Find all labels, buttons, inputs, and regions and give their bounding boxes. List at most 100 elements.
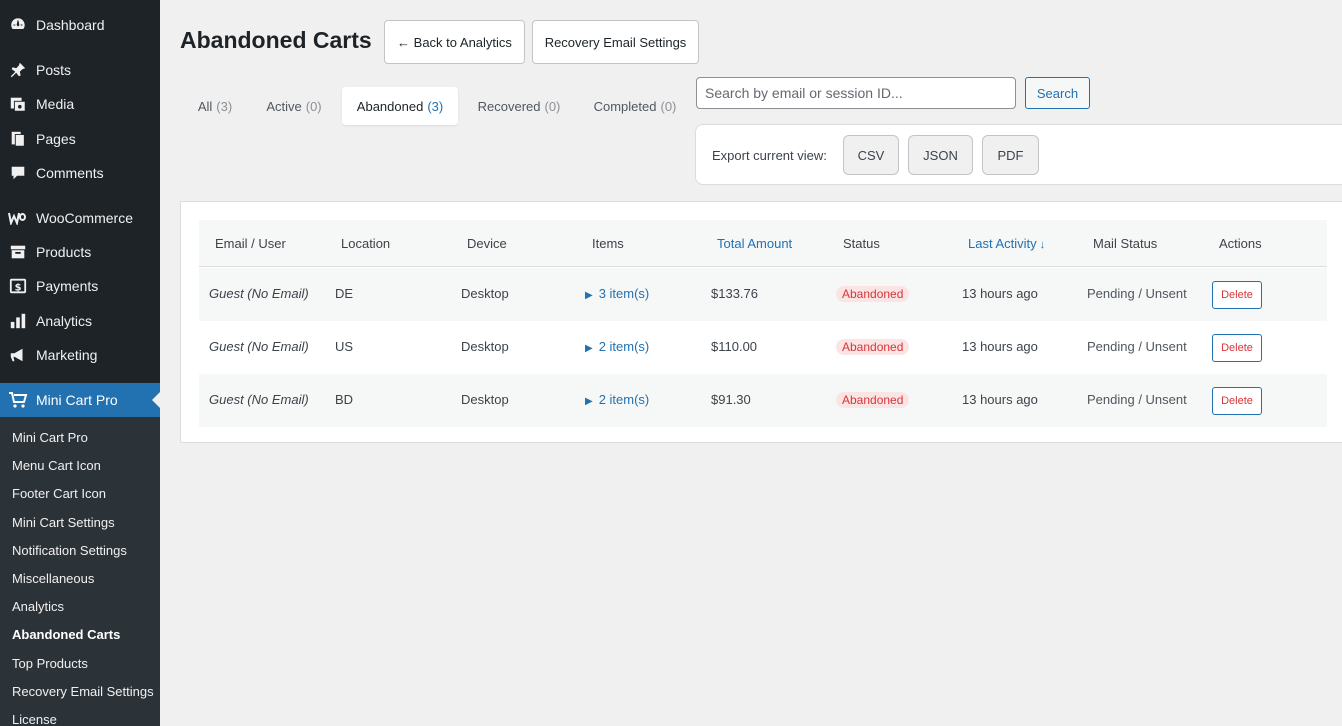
sidebar-item-label: Marketing bbox=[36, 347, 98, 363]
column-header-device: Device bbox=[467, 236, 507, 251]
status-badge: Abandoned bbox=[836, 392, 910, 408]
items-count: 2 item(s) bbox=[598, 339, 650, 354]
cell-device: Desktop bbox=[461, 286, 509, 301]
export-label: Export current view: bbox=[712, 148, 827, 163]
sidebar-item-media[interactable]: Media bbox=[0, 87, 160, 121]
tab-label: Completed bbox=[593, 98, 657, 114]
archive-icon bbox=[8, 242, 28, 262]
submenu-item-mini-cart-pro[interactable]: Mini Cart Pro bbox=[12, 430, 88, 445]
sidebar-item-posts[interactable]: Posts bbox=[0, 53, 160, 87]
delete-button[interactable]: Delete bbox=[1212, 387, 1262, 415]
items-toggle[interactable]: ▶ 3 item(s) bbox=[585, 286, 649, 301]
items-toggle[interactable]: ▶ 2 item(s) bbox=[585, 392, 649, 407]
sidebar-item-label: Mini Cart Pro bbox=[36, 392, 118, 408]
recovery-email-settings-button[interactable]: Recovery Email Settings bbox=[532, 20, 699, 64]
sidebar-item-label: Products bbox=[36, 244, 92, 260]
submenu-item-license[interactable]: License bbox=[12, 712, 57, 726]
submenu-item-menu-cart-icon[interactable]: Menu Cart Icon bbox=[12, 458, 101, 473]
cell-location: BD bbox=[335, 392, 354, 407]
sidebar-item-analytics[interactable]: Analytics bbox=[0, 304, 160, 338]
tab-label: Active bbox=[266, 98, 302, 114]
sidebar-item-payments[interactable]: $ Payments bbox=[0, 269, 160, 303]
delete-button[interactable]: Delete bbox=[1212, 281, 1262, 309]
column-header-status: Status bbox=[843, 236, 880, 251]
sidebar-item-mini-cart-pro[interactable]: Mini Cart Pro bbox=[0, 383, 160, 417]
column-header-location: Location bbox=[341, 236, 391, 251]
submenu-item-miscellaneous[interactable]: Miscellaneous bbox=[12, 571, 94, 586]
expand-triangle-icon: ▶ bbox=[585, 396, 593, 407]
items-count: 2 item(s) bbox=[598, 392, 650, 407]
table-header: Email / User Location Device Items Total… bbox=[199, 220, 1327, 267]
svg-text:$: $ bbox=[15, 283, 22, 294]
column-header-total-amount[interactable]: Total Amount bbox=[717, 236, 792, 251]
woo-icon bbox=[8, 208, 28, 228]
dollar-icon: $ bbox=[8, 276, 28, 296]
pages-icon bbox=[8, 129, 28, 149]
carts-table: Email / User Location Device Items Total… bbox=[180, 201, 1342, 443]
cell-mail-status: Pending / Unsent bbox=[1087, 286, 1187, 301]
status-badge: Abandoned bbox=[836, 339, 910, 355]
submenu-item-top-products[interactable]: Top Products bbox=[12, 656, 88, 671]
export-csv-button[interactable]: CSV bbox=[843, 135, 899, 175]
sidebar-item-label: Comments bbox=[36, 165, 104, 181]
submenu: Mini Cart Pro Menu Cart Icon Footer Cart… bbox=[0, 417, 160, 726]
submenu-item-abandoned-carts[interactable]: Abandoned Carts bbox=[12, 627, 120, 642]
column-header-actions: Actions bbox=[1219, 236, 1262, 251]
export-pdf-button[interactable]: PDF bbox=[982, 135, 1039, 175]
cell-mail-status: Pending / Unsent bbox=[1087, 392, 1187, 407]
cell-last-activity: 13 hours ago bbox=[962, 392, 1038, 407]
sidebar-item-comments[interactable]: Comments bbox=[0, 156, 160, 190]
tab-count: (0) bbox=[544, 98, 561, 114]
cell-email: Guest (No Email) bbox=[209, 339, 309, 354]
cell-total: $133.76 bbox=[711, 286, 758, 301]
tab-completed[interactable]: Completed (0) bbox=[580, 87, 690, 125]
admin-sidebar: Dashboard Posts Media Pages Comments Woo… bbox=[0, 0, 160, 726]
page-title: Abandoned Carts bbox=[180, 27, 372, 53]
column-header-last-activity[interactable]: Last Activity ↓ bbox=[968, 236, 1045, 251]
sidebar-item-marketing[interactable]: Marketing bbox=[0, 338, 160, 372]
sidebar-item-label: Analytics bbox=[36, 313, 93, 329]
tab-all[interactable]: All (3) bbox=[185, 87, 245, 125]
sidebar-item-label: Pages bbox=[36, 131, 76, 147]
tab-abandoned[interactable]: Abandoned (3) bbox=[342, 87, 458, 125]
items-toggle[interactable]: ▶ 2 item(s) bbox=[585, 339, 649, 354]
cell-last-activity: 13 hours ago bbox=[962, 286, 1038, 301]
comment-icon bbox=[8, 163, 28, 183]
sidebar-item-woocommerce[interactable]: WooCommerce bbox=[0, 201, 160, 235]
megaphone-icon bbox=[8, 345, 28, 365]
sort-arrow-icon: ↓ bbox=[1039, 239, 1046, 251]
submenu-item-mini-cart-settings[interactable]: Mini Cart Settings bbox=[12, 515, 115, 530]
sidebar-item-label: Payments bbox=[36, 278, 99, 294]
submenu-item-analytics[interactable]: Analytics bbox=[12, 599, 64, 614]
table-row: Guest (No Email) US Desktop ▶ 2 item(s) $… bbox=[199, 321, 1327, 374]
export-json-button[interactable]: JSON bbox=[908, 135, 973, 175]
tab-label: Recovered bbox=[477, 98, 541, 114]
search-button[interactable]: Search bbox=[1025, 77, 1090, 109]
sidebar-item-pages[interactable]: Pages bbox=[0, 122, 160, 156]
submenu-item-recovery-email-settings[interactable]: Recovery Email Settings bbox=[12, 684, 154, 699]
sidebar-item-label: Media bbox=[36, 96, 75, 112]
sidebar-item-products[interactable]: Products bbox=[0, 235, 160, 269]
back-to-analytics-button[interactable]: ← Back to Analytics bbox=[384, 20, 525, 64]
column-header-label: Last Activity bbox=[968, 236, 1037, 251]
cell-mail-status: Pending / Unsent bbox=[1087, 339, 1187, 354]
export-panel: Export current view: CSV JSON PDF bbox=[695, 124, 1342, 185]
cell-device: Desktop bbox=[461, 392, 509, 407]
bar-chart-icon bbox=[8, 311, 28, 331]
cart-icon bbox=[8, 390, 28, 410]
submenu-item-notification-settings[interactable]: Notification Settings bbox=[12, 543, 127, 558]
table-row: Guest (No Email) BD Desktop ▶ 2 item(s) $… bbox=[199, 374, 1327, 427]
sidebar-item-label: Dashboard bbox=[36, 17, 105, 33]
cell-total: $110.00 bbox=[711, 339, 758, 354]
tab-count: (3) bbox=[427, 98, 444, 114]
tab-recovered[interactable]: Recovered (0) bbox=[466, 87, 572, 125]
cell-last-activity: 13 hours ago bbox=[962, 339, 1038, 354]
tab-active[interactable]: Active (0) bbox=[254, 87, 334, 125]
search-input[interactable] bbox=[696, 77, 1016, 109]
submenu-item-footer-cart-icon[interactable]: Footer Cart Icon bbox=[12, 486, 106, 501]
tab-count: (0) bbox=[660, 98, 677, 114]
tab-label: All bbox=[197, 98, 213, 114]
current-menu-arrow bbox=[152, 392, 160, 408]
sidebar-item-dashboard[interactable]: Dashboard bbox=[0, 8, 160, 42]
delete-button[interactable]: Delete bbox=[1212, 334, 1262, 362]
